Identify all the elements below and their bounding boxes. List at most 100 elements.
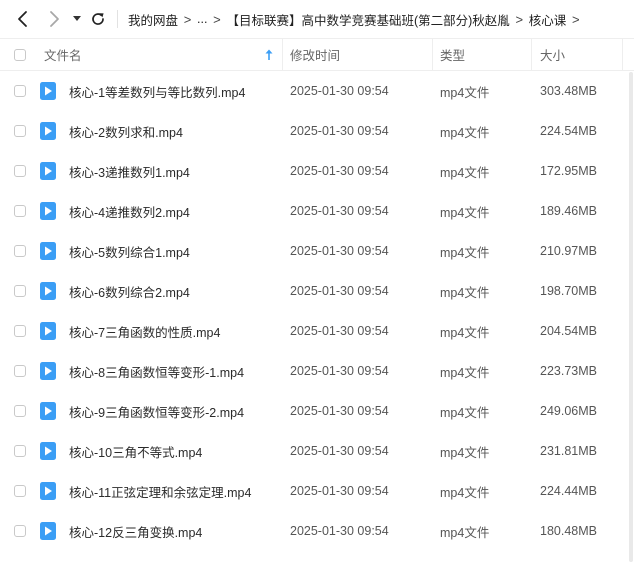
row-select-cell xyxy=(14,271,26,311)
row-checkbox[interactable] xyxy=(14,285,26,297)
file-row[interactable]: 核心-1等差数列与等比数列.mp4 2025-01-30 09:54 mp4文件… xyxy=(0,71,634,111)
file-size: 303.48MB xyxy=(540,84,597,98)
file-icon-cell xyxy=(40,311,56,351)
file-row[interactable]: 核心-3递推数列1.mp4 2025-01-30 09:54 mp4文件 172… xyxy=(0,151,634,191)
file-row[interactable]: 核心-6数列综合2.mp4 2025-01-30 09:54 mp4文件 198… xyxy=(0,271,634,311)
sort-ascending-button[interactable] xyxy=(265,39,273,70)
file-size: 189.46MB xyxy=(540,204,597,218)
breadcrumb-separator: > xyxy=(571,11,580,27)
column-header-type[interactable]: 类型 xyxy=(440,39,465,70)
file-icon-cell xyxy=(40,431,56,471)
column-divider[interactable] xyxy=(622,39,623,70)
column-divider[interactable] xyxy=(531,39,532,70)
file-icon-cell xyxy=(40,151,56,191)
chevron-right-icon xyxy=(50,11,59,27)
file-name[interactable]: 核心-3递推数列1.mp4 xyxy=(69,151,190,191)
file-modified-time: 2025-01-30 09:54 xyxy=(290,324,389,338)
file-type: mp4文件 xyxy=(440,285,490,300)
file-modified-time: 2025-01-30 09:54 xyxy=(290,404,389,418)
row-checkbox[interactable] xyxy=(14,405,26,417)
file-name[interactable]: 核心-12反三角变换.mp4 xyxy=(69,511,202,551)
column-divider[interactable] xyxy=(282,39,283,70)
file-name[interactable]: 核心-7三角函数的性质.mp4 xyxy=(69,311,220,351)
select-all-checkbox[interactable] xyxy=(14,48,26,61)
row-checkbox[interactable] xyxy=(14,525,26,537)
file-row[interactable]: 核心-9三角函数恒等变形-2.mp4 2025-01-30 09:54 mp4文… xyxy=(0,391,634,431)
file-icon-cell xyxy=(40,191,56,231)
file-type: mp4文件 xyxy=(440,245,490,260)
row-checkbox[interactable] xyxy=(14,85,26,97)
row-checkbox[interactable] xyxy=(14,245,26,257)
file-modified-time: 2025-01-30 09:54 xyxy=(290,244,389,258)
breadcrumb-separator: > xyxy=(213,11,221,27)
row-select-cell xyxy=(14,311,26,351)
chevron-left-icon xyxy=(18,11,27,27)
file-row[interactable]: 核心-10三角不等式.mp4 2025-01-30 09:54 mp4文件 23… xyxy=(0,431,634,471)
file-row[interactable]: 核心-12反三角变换.mp4 2025-01-30 09:54 mp4文件 18… xyxy=(0,511,634,551)
refresh-button[interactable] xyxy=(88,9,108,29)
breadcrumb-item-current-folder[interactable]: 核心课 xyxy=(529,10,567,29)
file-name[interactable]: 核心-4递推数列2.mp4 xyxy=(69,191,190,231)
file-icon-cell xyxy=(40,71,56,111)
nav-separator xyxy=(117,10,118,28)
column-header-modified-time-label: 修改时间 xyxy=(290,49,341,63)
row-checkbox[interactable] xyxy=(14,325,26,337)
back-button[interactable] xyxy=(14,9,32,29)
row-checkbox[interactable] xyxy=(14,205,26,217)
row-checkbox[interactable] xyxy=(14,445,26,457)
file-row[interactable]: 核心-4递推数列2.mp4 2025-01-30 09:54 mp4文件 189… xyxy=(0,191,634,231)
column-divider[interactable] xyxy=(432,39,433,70)
file-size: 198.70MB xyxy=(540,284,597,298)
video-file-icon xyxy=(40,202,56,220)
file-row[interactable]: 核心-5数列综合1.mp4 2025-01-30 09:54 mp4文件 210… xyxy=(0,231,634,271)
video-file-icon xyxy=(40,82,56,100)
file-row[interactable]: 核心-8三角函数恒等变形-1.mp4 2025-01-30 09:54 mp4文… xyxy=(0,351,634,391)
file-type: mp4文件 xyxy=(440,445,490,460)
file-type: mp4文件 xyxy=(440,405,490,420)
scrollbar-thumb[interactable] xyxy=(629,72,633,562)
file-size: 224.54MB xyxy=(540,124,597,138)
breadcrumb-separator: > xyxy=(515,11,524,27)
file-name[interactable]: 核心-2数列求和.mp4 xyxy=(69,111,183,151)
file-size: 224.44MB xyxy=(540,484,597,498)
file-modified-time: 2025-01-30 09:54 xyxy=(290,164,389,178)
file-row[interactable]: 核心-7三角函数的性质.mp4 2025-01-30 09:54 mp4文件 2… xyxy=(0,311,634,351)
video-file-icon xyxy=(40,402,56,420)
file-modified-time: 2025-01-30 09:54 xyxy=(290,204,389,218)
file-type: mp4文件 xyxy=(440,125,490,140)
forward-button[interactable] xyxy=(45,9,63,29)
file-row[interactable]: 核心-2数列求和.mp4 2025-01-30 09:54 mp4文件 224.… xyxy=(0,111,634,151)
file-icon-cell xyxy=(40,351,56,391)
row-select-cell xyxy=(14,351,26,391)
row-checkbox[interactable] xyxy=(14,485,26,497)
file-size: 180.48MB xyxy=(540,524,597,538)
file-browser-window: 我的网盘 > ... > 【目标联赛】高中数学竞赛基础班(第二部分)秋赵胤 > … xyxy=(0,0,634,565)
column-header-size[interactable]: 大小 xyxy=(540,39,565,70)
video-file-icon xyxy=(40,282,56,300)
column-header-modified-time[interactable]: 修改时间 xyxy=(290,39,340,70)
file-name[interactable]: 核心-10三角不等式.mp4 xyxy=(69,431,202,471)
row-checkbox[interactable] xyxy=(14,125,26,137)
file-name[interactable]: 核心-1等差数列与等比数列.mp4 xyxy=(69,71,245,111)
column-header-type-label: 类型 xyxy=(440,49,466,63)
refresh-icon xyxy=(92,13,104,25)
video-file-icon xyxy=(40,482,56,500)
row-select-cell xyxy=(14,111,26,151)
row-checkbox[interactable] xyxy=(14,165,26,177)
breadcrumb-item-course-folder[interactable]: 【目标联赛】高中数学竞赛基础班(第二部分)秋赵胤 xyxy=(226,10,509,29)
column-header-name[interactable]: 文件名 xyxy=(44,39,82,70)
file-size: 172.95MB xyxy=(540,164,597,178)
breadcrumb-item-root[interactable]: 我的网盘 xyxy=(128,10,178,29)
file-name[interactable]: 核心-8三角函数恒等变形-1.mp4 xyxy=(69,351,244,391)
file-name[interactable]: 核心-6数列综合2.mp4 xyxy=(69,271,190,311)
file-size: 249.06MB xyxy=(540,404,597,418)
file-name[interactable]: 核心-9三角函数恒等变形-2.mp4 xyxy=(69,391,244,431)
file-name[interactable]: 核心-11正弦定理和余弦定理.mp4 xyxy=(69,471,251,511)
file-row[interactable]: 核心-11正弦定理和余弦定理.mp4 2025-01-30 09:54 mp4文… xyxy=(0,471,634,511)
row-checkbox[interactable] xyxy=(14,365,26,377)
history-dropdown-button[interactable] xyxy=(70,9,84,29)
sort-ascending-icon xyxy=(265,49,273,60)
row-select-cell xyxy=(14,191,26,231)
file-name[interactable]: 核心-5数列综合1.mp4 xyxy=(69,231,190,271)
breadcrumb-item-ellipsis[interactable]: ... xyxy=(197,12,207,26)
